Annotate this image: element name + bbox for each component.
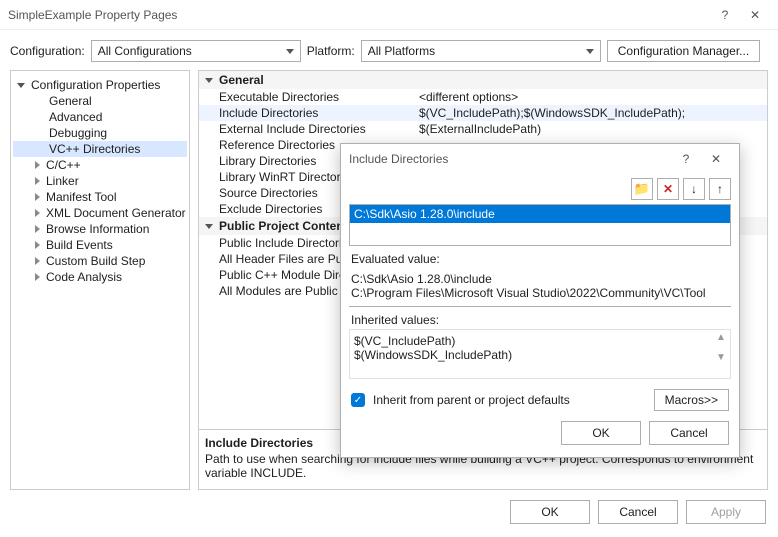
property-group-label: General <box>219 73 264 87</box>
platform-label: Platform: <box>307 44 355 58</box>
property-row[interactable]: Executable Directories<different options… <box>199 89 767 105</box>
dialog-titlebar: Include Directories ? ✕ <box>341 144 739 174</box>
macros-button[interactable]: Macros>> <box>654 389 729 411</box>
tree-panel[interactable]: Configuration Properties General Advanced… <box>10 70 190 490</box>
platform-dropdown[interactable]: All Platforms <box>361 40 601 62</box>
tree-item[interactable]: Manifest Tool <box>13 189 187 205</box>
chevron-right-icon <box>35 257 40 265</box>
chevron-right-icon <box>35 193 40 201</box>
configuration-value: All Configurations <box>98 44 192 58</box>
tree-item[interactable]: C/C++ <box>13 157 187 173</box>
tree-item[interactable]: Custom Build Step <box>13 253 187 269</box>
tree-item-label: C/C++ <box>46 158 81 172</box>
tree-item-label: Code Analysis <box>46 270 122 284</box>
tree-item[interactable]: Build Events <box>13 237 187 253</box>
dialog-close-button[interactable]: ✕ <box>701 152 731 166</box>
evaluated-value-box: C:\Sdk\Asio 1.28.0\include C:\Program Fi… <box>349 268 731 307</box>
cancel-button[interactable]: Cancel <box>598 500 678 524</box>
include-directories-dialog: Include Directories ? ✕ 📁 ✕ ↓ ↑ C:\Sdk\A… <box>340 143 740 458</box>
configuration-dropdown[interactable]: All Configurations <box>91 40 301 62</box>
delete-icon: ✕ <box>663 182 673 196</box>
inherited-label: Inherited values: <box>341 307 739 329</box>
eval-line: C:\Sdk\Asio 1.28.0\include <box>351 272 729 286</box>
tree-item[interactable]: General <box>13 93 187 109</box>
eval-line: C:\Program Files\Microsoft Visual Studio… <box>351 286 729 300</box>
tree-item-label: VC++ Directories <box>49 142 140 156</box>
window-title: SimpleExample Property Pages <box>8 8 710 22</box>
move-down-button[interactable]: ↓ <box>683 178 705 200</box>
path-list[interactable]: C:\Sdk\Asio 1.28.0\include <box>349 204 731 246</box>
dialog-cancel-button[interactable]: Cancel <box>649 421 729 445</box>
property-group-header[interactable]: General <box>199 71 767 89</box>
titlebar: SimpleExample Property Pages ? ✕ <box>0 0 778 30</box>
property-row[interactable]: Include Directories$(VC_IncludePath);$(W… <box>199 105 767 121</box>
property-name: Include Directories <box>219 106 419 120</box>
arrow-up-icon: ↑ <box>717 182 723 196</box>
property-row[interactable]: External Include Directories$(ExternalIn… <box>199 121 767 137</box>
move-up-button[interactable]: ↑ <box>709 178 731 200</box>
configuration-manager-button[interactable]: Configuration Manager... <box>607 40 760 62</box>
tree-item[interactable]: Browse Information <box>13 221 187 237</box>
chevron-right-icon <box>35 273 40 281</box>
inherit-checkbox-label[interactable]: Inherit from parent or project defaults <box>373 393 646 407</box>
property-name: Executable Directories <box>219 90 419 104</box>
platform-value: All Platforms <box>368 44 435 58</box>
ok-button[interactable]: OK <box>510 500 590 524</box>
property-name: External Include Directories <box>219 122 419 136</box>
inherit-line: $(VC_IncludePath) <box>354 334 726 348</box>
dialog-help-button[interactable]: ? <box>671 152 701 166</box>
tree-item[interactable]: XML Document Generator <box>13 205 187 221</box>
delete-button[interactable]: ✕ <box>657 178 679 200</box>
inherited-values-box: $(VC_IncludePath) $(WindowsSDK_IncludePa… <box>349 329 731 379</box>
config-row: Configuration: All Configurations Platfo… <box>0 30 778 70</box>
tree-item-label: XML Document Generator <box>46 206 186 220</box>
help-button[interactable]: ? <box>710 8 740 22</box>
tree-item-label: Linker <box>46 174 79 188</box>
scroll-down-icon[interactable]: ▼ <box>714 352 728 372</box>
dialog-toolbar: 📁 ✕ ↓ ↑ <box>341 174 739 204</box>
chevron-down-icon <box>17 83 25 88</box>
tree-item[interactable]: Linker <box>13 173 187 189</box>
tree-item-label: Debugging <box>49 126 107 140</box>
chevron-right-icon <box>35 225 40 233</box>
footer: OK Cancel Apply <box>0 490 778 534</box>
scroll-up-icon[interactable]: ▲ <box>714 332 728 352</box>
evaluated-label: Evaluated value: <box>341 246 739 268</box>
tree-item-label: Build Events <box>46 238 113 252</box>
property-value[interactable]: <different options> <box>419 90 761 104</box>
tree-item-label: Manifest Tool <box>46 190 116 204</box>
chevron-right-icon <box>35 161 40 169</box>
tree-item-label: General <box>49 94 92 108</box>
inherit-line: $(WindowsSDK_IncludePath) <box>354 348 726 362</box>
tree-item[interactable]: Debugging <box>13 125 187 141</box>
property-value[interactable]: $(VC_IncludePath);$(WindowsSDK_IncludePa… <box>419 106 761 120</box>
tree-item-label: Custom Build Step <box>46 254 145 268</box>
chevron-right-icon <box>35 241 40 249</box>
chevron-down-icon <box>205 224 213 229</box>
apply-button[interactable]: Apply <box>686 500 766 524</box>
property-value[interactable]: $(ExternalIncludePath) <box>419 122 761 136</box>
arrow-down-icon: ↓ <box>691 182 697 196</box>
property-group-label: Public Project Content <box>219 219 348 233</box>
inherit-checkbox[interactable]: ✓ <box>351 393 365 407</box>
tree-item-label: Browse Information <box>46 222 149 236</box>
dialog-title: Include Directories <box>349 152 671 166</box>
configuration-label: Configuration: <box>10 44 85 58</box>
tree-item[interactable]: Code Analysis <box>13 269 187 285</box>
chevron-down-icon <box>205 78 213 83</box>
close-button[interactable]: ✕ <box>740 8 770 22</box>
chevron-right-icon <box>35 177 40 185</box>
tree-item[interactable]: VC++ Directories <box>13 141 187 157</box>
new-line-button[interactable]: 📁 <box>631 178 653 200</box>
path-list-item[interactable]: C:\Sdk\Asio 1.28.0\include <box>350 205 730 223</box>
tree-item[interactable]: Advanced <box>13 109 187 125</box>
chevron-right-icon <box>35 209 40 217</box>
dialog-ok-button[interactable]: OK <box>561 421 641 445</box>
tree-item-label: Advanced <box>49 110 102 124</box>
tree-root[interactable]: Configuration Properties <box>13 77 187 93</box>
